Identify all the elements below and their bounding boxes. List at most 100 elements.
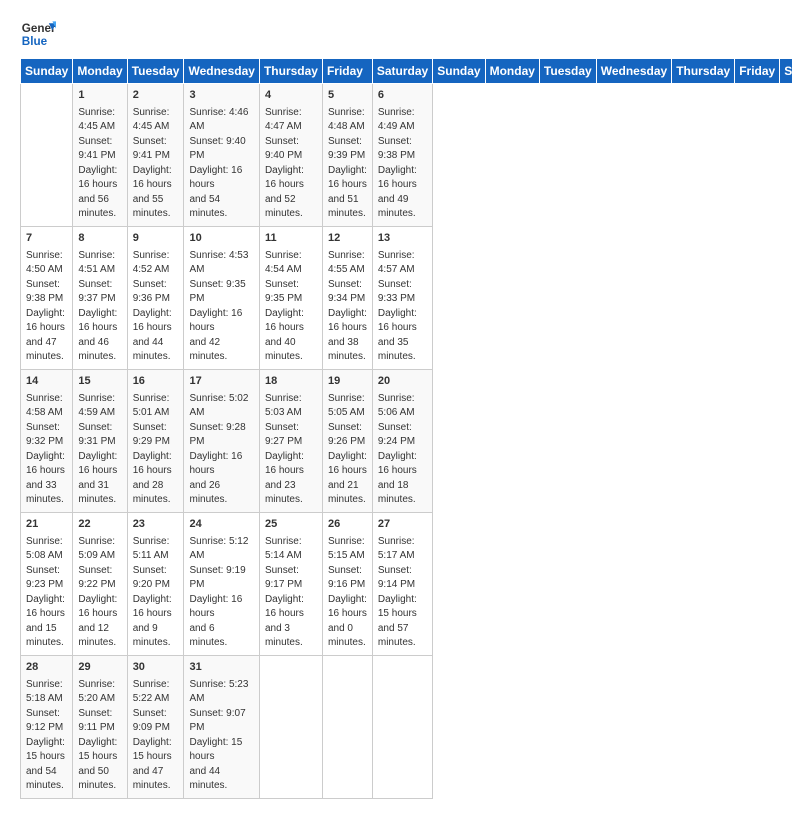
calendar-cell: 22Sunrise: 5:09 AMSunset: 9:22 PMDayligh…	[73, 512, 127, 655]
cell-info-line: and 40 minutes.	[265, 336, 317, 365]
cell-info-line: Sunrise: 5:02 AM	[189, 392, 253, 421]
cell-info-line: Sunset: 9:26 PM	[328, 421, 367, 450]
cell-date-number: 30	[133, 660, 179, 676]
cell-info-line: Sunrise: 4:54 AM	[265, 249, 317, 278]
col-header-monday: Monday	[485, 59, 539, 84]
cell-info-line: Sunrise: 5:18 AM	[26, 678, 67, 707]
cell-info-line: and 28 minutes.	[133, 479, 179, 508]
cell-info-line: Sunrise: 4:55 AM	[328, 249, 367, 278]
cell-info-line: Daylight: 16 hours	[328, 164, 367, 193]
cell-info-line: Sunrise: 4:53 AM	[189, 249, 253, 278]
col-header-friday: Friday	[322, 59, 372, 84]
cell-date-number: 19	[328, 374, 367, 390]
cell-info-line: Sunset: 9:40 PM	[265, 135, 317, 164]
col-header-thursday: Thursday	[672, 59, 735, 84]
cell-info-line: Sunset: 9:22 PM	[78, 564, 121, 593]
cell-info-line: Sunrise: 5:06 AM	[378, 392, 427, 421]
cell-date-number: 8	[78, 231, 121, 247]
cell-info-line: Daylight: 16 hours	[378, 164, 427, 193]
col-header-saturday: Saturday	[372, 59, 432, 84]
cell-info-line: Daylight: 16 hours	[78, 307, 121, 336]
cell-info-line: Sunset: 9:36 PM	[133, 278, 179, 307]
col-header-sunday: Sunday	[433, 59, 485, 84]
cell-info-line: Sunrise: 5:01 AM	[133, 392, 179, 421]
cell-info-line: Sunset: 9:32 PM	[26, 421, 67, 450]
cell-info-line: Sunrise: 4:57 AM	[378, 249, 427, 278]
cell-info-line: Daylight: 16 hours	[328, 307, 367, 336]
calendar-week-row: 21Sunrise: 5:08 AMSunset: 9:23 PMDayligh…	[21, 512, 792, 655]
cell-date-number: 20	[378, 374, 427, 390]
cell-date-number: 17	[189, 374, 253, 390]
cell-info-line: Sunrise: 4:51 AM	[78, 249, 121, 278]
cell-info-line: Daylight: 16 hours	[189, 450, 253, 479]
cell-info-line: Sunrise: 4:47 AM	[265, 106, 317, 135]
cell-info-line: Sunset: 9:40 PM	[189, 135, 253, 164]
cell-info-line: Sunrise: 5:17 AM	[378, 535, 427, 564]
cell-info-line: Daylight: 16 hours	[189, 164, 253, 193]
cell-info-line: and 47 minutes.	[133, 765, 179, 794]
cell-info-line: and 54 minutes.	[26, 765, 67, 794]
calendar-week-row: 1Sunrise: 4:45 AMSunset: 9:41 PMDaylight…	[21, 84, 792, 227]
cell-date-number: 18	[265, 374, 317, 390]
cell-info-line: and 50 minutes.	[78, 765, 121, 794]
calendar-cell	[322, 655, 372, 798]
calendar-cell: 2Sunrise: 4:45 AMSunset: 9:41 PMDaylight…	[127, 84, 184, 227]
cell-date-number: 2	[133, 88, 179, 104]
col-header-monday: Monday	[73, 59, 127, 84]
cell-date-number: 16	[133, 374, 179, 390]
cell-date-number: 15	[78, 374, 121, 390]
cell-info-line: Daylight: 15 hours	[189, 736, 253, 765]
cell-date-number: 23	[133, 517, 179, 533]
calendar-cell: 24Sunrise: 5:12 AMSunset: 9:19 PMDayligh…	[184, 512, 259, 655]
cell-info-line: and 51 minutes.	[328, 193, 367, 222]
cell-info-line: Daylight: 16 hours	[133, 307, 179, 336]
cell-info-line: Sunset: 9:17 PM	[265, 564, 317, 593]
cell-info-line: Daylight: 16 hours	[265, 450, 317, 479]
calendar-cell: 26Sunrise: 5:15 AMSunset: 9:16 PMDayligh…	[322, 512, 372, 655]
col-header-thursday: Thursday	[259, 59, 322, 84]
cell-info-line: and 6 minutes.	[189, 622, 253, 651]
cell-info-line: Sunrise: 4:50 AM	[26, 249, 67, 278]
cell-info-line: Sunrise: 4:49 AM	[378, 106, 427, 135]
cell-info-line: and 18 minutes.	[378, 479, 427, 508]
cell-date-number: 13	[378, 231, 427, 247]
calendar-cell: 20Sunrise: 5:06 AMSunset: 9:24 PMDayligh…	[372, 369, 432, 512]
cell-info-line: Daylight: 16 hours	[78, 164, 121, 193]
cell-info-line: and 54 minutes.	[189, 193, 253, 222]
calendar-header-row: SundayMondayTuesdayWednesdayThursdayFrid…	[21, 59, 792, 84]
cell-info-line: Daylight: 16 hours	[378, 450, 427, 479]
cell-info-line: Daylight: 16 hours	[78, 450, 121, 479]
calendar-cell: 14Sunrise: 4:58 AMSunset: 9:32 PMDayligh…	[21, 369, 73, 512]
calendar-cell: 30Sunrise: 5:22 AMSunset: 9:09 PMDayligh…	[127, 655, 184, 798]
cell-info-line: Sunrise: 4:48 AM	[328, 106, 367, 135]
cell-date-number: 24	[189, 517, 253, 533]
col-header-wednesday: Wednesday	[184, 59, 259, 84]
cell-info-line: and 33 minutes.	[26, 479, 67, 508]
calendar-week-row: 7Sunrise: 4:50 AMSunset: 9:38 PMDaylight…	[21, 226, 792, 369]
cell-info-line: and 44 minutes.	[133, 336, 179, 365]
cell-info-line: Sunset: 9:07 PM	[189, 707, 253, 736]
cell-info-line: Sunset: 9:16 PM	[328, 564, 367, 593]
cell-info-line: and 49 minutes.	[378, 193, 427, 222]
calendar-cell: 5Sunrise: 4:48 AMSunset: 9:39 PMDaylight…	[322, 84, 372, 227]
cell-info-line: Daylight: 16 hours	[265, 307, 317, 336]
cell-info-line: and 35 minutes.	[378, 336, 427, 365]
cell-info-line: Sunset: 9:29 PM	[133, 421, 179, 450]
calendar-cell: 17Sunrise: 5:02 AMSunset: 9:28 PMDayligh…	[184, 369, 259, 512]
cell-info-line: Sunset: 9:11 PM	[78, 707, 121, 736]
cell-info-line: Sunset: 9:19 PM	[189, 564, 253, 593]
cell-info-line: and 56 minutes.	[78, 193, 121, 222]
cell-info-line: and 21 minutes.	[328, 479, 367, 508]
calendar-cell: 25Sunrise: 5:14 AMSunset: 9:17 PMDayligh…	[259, 512, 322, 655]
cell-date-number: 10	[189, 231, 253, 247]
cell-info-line: Sunset: 9:35 PM	[265, 278, 317, 307]
cell-info-line: Sunset: 9:20 PM	[133, 564, 179, 593]
cell-info-line: Daylight: 16 hours	[328, 593, 367, 622]
calendar-cell: 7Sunrise: 4:50 AMSunset: 9:38 PMDaylight…	[21, 226, 73, 369]
cell-date-number: 4	[265, 88, 317, 104]
cell-date-number: 29	[78, 660, 121, 676]
cell-info-line: and 44 minutes.	[189, 765, 253, 794]
cell-info-line: Daylight: 16 hours	[26, 307, 67, 336]
col-header-sunday: Sunday	[21, 59, 73, 84]
cell-info-line: Daylight: 16 hours	[378, 307, 427, 336]
